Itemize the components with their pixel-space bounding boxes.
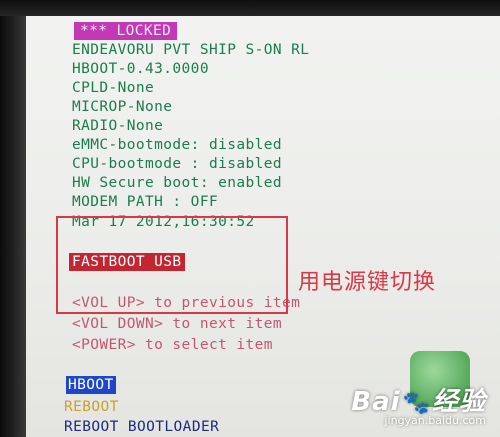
annotation-label: 用电源键切换	[298, 270, 437, 295]
instruction-vol-down: <VOL DOWN> to next item	[72, 316, 282, 332]
device-bezel-top	[0, 0, 500, 16]
hboot-version-line: HBOOT-0.43.0000	[72, 61, 209, 77]
paw-icon: 🐾	[402, 391, 430, 416]
microp-line: MICROP-None	[72, 99, 173, 115]
cpu-bootmode-line: CPU-bootmode : disabled	[72, 156, 282, 172]
emmc-bootmode-line: eMMC-bootmode: disabled	[72, 137, 282, 153]
cpld-line: CPLD-None	[72, 80, 155, 96]
menu-item-reboot[interactable]: REBOOT	[64, 398, 119, 416]
device-info-line: ENDEAVORU PVT SHIP S-ON RL	[72, 42, 310, 58]
menu-item-reboot-bootloader[interactable]: REBOOT BOOTLOADER	[64, 418, 219, 436]
device-bezel-left	[0, 0, 26, 437]
modem-path-line: MODEM PATH : OFF	[72, 194, 219, 210]
watermark-brand-right: 经验	[431, 387, 486, 417]
hw-secure-boot-line: HW Secure boot: enabled	[72, 175, 282, 191]
menu-item-hboot[interactable]: HBOOT	[66, 376, 116, 394]
instruction-power: <POWER> to select item	[72, 337, 273, 353]
fastboot-highlight-box	[56, 216, 288, 314]
watermark-brand-left: Bai	[351, 387, 401, 417]
radio-line: RADIO-None	[72, 118, 164, 134]
baidu-watermark: Bai🐾经验 jingyan.baidu.com	[351, 381, 486, 427]
locked-status-badge: *** LOCKED	[74, 22, 178, 40]
